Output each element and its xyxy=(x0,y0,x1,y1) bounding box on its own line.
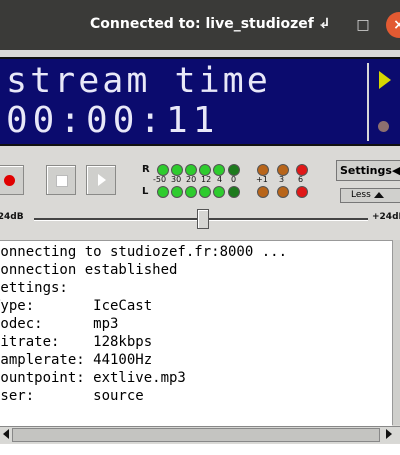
vu-scale-label: 20 xyxy=(186,175,197,184)
log-line: Codec: mp3 xyxy=(0,316,119,332)
settings-button[interactable]: Settings◀ xyxy=(336,160,400,181)
vu-scale-label: 30 xyxy=(171,175,182,184)
bottom-strip xyxy=(0,444,400,455)
vu-led xyxy=(296,186,308,198)
log-output[interactable]: Connecting to studiozef.fr:8000 ... Conn… xyxy=(0,240,392,426)
play-indicator-icon xyxy=(379,71,391,89)
up-arrow-icon xyxy=(373,191,384,198)
minimize-button[interactable]: – xyxy=(310,12,336,38)
log-line: Type: IceCast xyxy=(0,298,153,314)
gain-slider-thumb[interactable] xyxy=(197,209,209,229)
horizontal-scroll-thumb[interactable] xyxy=(12,428,380,442)
vu-led xyxy=(185,186,197,198)
vu-scale-label: -50 xyxy=(153,175,167,184)
vu-led xyxy=(213,186,225,198)
slider-max-label: +24dB xyxy=(372,212,400,222)
log-line: Samplerate: 44100Hz xyxy=(0,352,153,368)
vu-right-label: R xyxy=(142,164,150,175)
less-button[interactable]: Less xyxy=(340,188,400,203)
vertical-scrollbar[interactable] xyxy=(392,240,400,425)
vu-left-label: L xyxy=(142,186,149,197)
vu-scale-label: 6 xyxy=(298,175,304,184)
vu-led xyxy=(171,186,183,198)
play-button[interactable] xyxy=(86,165,116,195)
vu-scale-label: 0 xyxy=(231,175,237,184)
log-line: Connection established xyxy=(0,262,178,278)
vu-led xyxy=(277,186,289,198)
vu-led xyxy=(257,186,269,198)
log-line: User: source xyxy=(0,388,144,404)
play-icon xyxy=(98,174,106,186)
display-indicators xyxy=(0,57,400,142)
horizontal-scrollbar[interactable] xyxy=(0,426,400,443)
status-dot-icon xyxy=(378,121,389,132)
slider-min-label: -24dB xyxy=(0,212,24,222)
vu-led xyxy=(199,186,211,198)
window-title: Connected to: live_studiozef ↲ xyxy=(90,16,331,32)
record-icon xyxy=(4,175,15,186)
stop-button[interactable] xyxy=(46,165,76,195)
vu-scale-label: +1 xyxy=(256,175,268,184)
scroll-left-icon[interactable] xyxy=(3,429,9,439)
record-button[interactable] xyxy=(0,165,24,195)
vu-scale-label: 12 xyxy=(201,175,212,184)
stop-icon xyxy=(56,175,68,187)
vu-led xyxy=(228,186,240,198)
vu-led xyxy=(157,186,169,198)
log-line: Settings: xyxy=(0,280,68,296)
log-line: Bitrate: 128kbps xyxy=(0,334,153,350)
maximize-button[interactable]: □ xyxy=(350,12,376,38)
vu-scale-label: 4 xyxy=(217,175,223,184)
title-bar: Connected to: live_studiozef ↲ – □ × xyxy=(0,0,400,50)
close-button[interactable]: × xyxy=(386,12,400,38)
log-line: Connecting to studiozef.fr:8000 ... xyxy=(0,244,288,260)
scroll-right-icon[interactable] xyxy=(386,429,392,439)
less-label: Less xyxy=(351,190,371,200)
vu-scale-label: 3 xyxy=(279,175,285,184)
vu-meter: R L -50 30 20 12 4 0 +1 3 6 xyxy=(140,160,310,200)
log-line: Mountpoint: extlive.mp3 xyxy=(0,370,186,386)
